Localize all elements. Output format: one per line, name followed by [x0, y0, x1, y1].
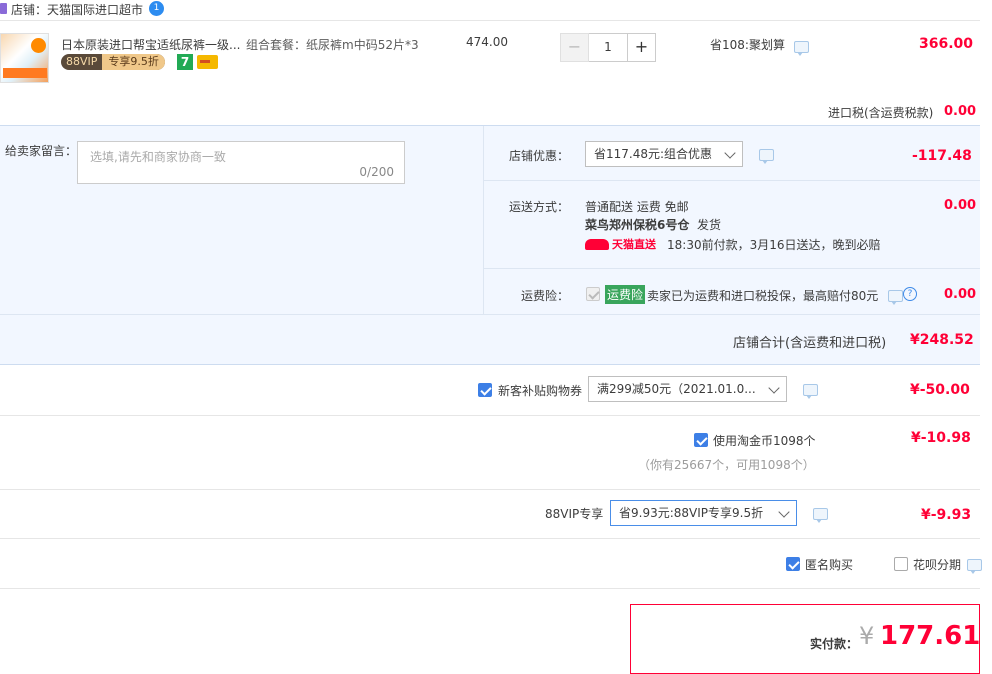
- message-textarea[interactable]: 选填,请先和商家协商一致 0/200: [77, 141, 405, 184]
- insurance-desc: 卖家已为运费和进口税投保，最高赔付80元: [647, 289, 879, 303]
- coupon-label: 新客补贴购物券: [498, 384, 583, 398]
- insurance-label: 运费险：: [521, 289, 570, 303]
- import-tax-label: 进口税(含运费税款): [828, 106, 934, 120]
- insurance-comment-icon[interactable]: [888, 290, 903, 305]
- insurance-checkbox[interactable]: [586, 287, 600, 301]
- divider: [0, 588, 980, 589]
- vip88-value: ¥-9.93: [921, 507, 972, 523]
- quantity-minus-button[interactable]: −: [560, 33, 589, 62]
- item-title[interactable]: 日本原装进口帮宝适纸尿裤一级...: [61, 36, 246, 53]
- shop-icon: [0, 3, 7, 14]
- panel-vertical-divider: [483, 126, 484, 314]
- coupon-select[interactable]: 满299减50元（2021.01.0...: [588, 376, 787, 402]
- shipping-warehouse: 菜鸟郑州保税6号仓 发货: [585, 218, 722, 232]
- item-subtotal: 366.00: [919, 36, 974, 52]
- divider: [0, 489, 980, 490]
- divider: [0, 314, 980, 315]
- taojinbi-checkbox[interactable]: [694, 433, 708, 447]
- chevron-down-icon: [768, 382, 780, 394]
- help-icon[interactable]: ?: [903, 287, 917, 301]
- divider: [0, 20, 980, 21]
- shop-discount-value: -117.48: [912, 148, 972, 164]
- seven-day-return-icon: 7: [177, 54, 193, 70]
- message-placeholder: 选填,请先和商家协商一致: [90, 150, 226, 164]
- huabei-comment-icon[interactable]: [967, 559, 982, 574]
- insurance-tag: 运费险: [605, 285, 646, 304]
- item-promo: 省108:聚划算: [710, 38, 785, 52]
- insurance-value: 0.00: [944, 287, 977, 302]
- coupon-value: ¥-50.00: [910, 382, 970, 398]
- taojinbi-label: 使用淘金币1098个: [713, 434, 816, 448]
- shipping-label: 运送方式：: [509, 200, 570, 214]
- vip-tag-discount: 专享9.5折: [102, 54, 165, 70]
- shop-discount-label: 店铺优惠：: [509, 149, 570, 163]
- tmall-cat-icon: [585, 238, 609, 250]
- quantity-input[interactable]: 1: [589, 33, 627, 62]
- shop-discount-comment-icon[interactable]: [759, 149, 774, 164]
- anonymous-label[interactable]: 匿名购买: [805, 556, 853, 573]
- vip88-label: 88VIP专享: [545, 507, 604, 521]
- coupon-checkbox[interactable]: [478, 383, 492, 397]
- divider: [0, 538, 980, 539]
- huabei-label[interactable]: 花呗分期: [913, 556, 961, 573]
- shipping-method: 普通配送 运费 免邮: [585, 200, 689, 214]
- promo-comment-icon[interactable]: [794, 41, 809, 56]
- item-unit-price: 474.00: [466, 35, 508, 49]
- shop-badge-icon: 1: [149, 1, 164, 16]
- divider: [483, 268, 980, 269]
- quantity-plus-button[interactable]: +: [627, 33, 656, 62]
- anonymous-checkbox[interactable]: [786, 557, 800, 571]
- chevron-down-icon: [724, 147, 736, 159]
- pay-value: 177.61: [880, 621, 981, 651]
- coupon-comment-icon[interactable]: [803, 384, 818, 399]
- message-counter: 0/200: [359, 165, 394, 179]
- divider: [0, 415, 980, 416]
- shipping-value: 0.00: [944, 198, 977, 213]
- message-label: 给卖家留言：: [5, 144, 78, 158]
- product-image-strip: [3, 68, 47, 78]
- taojinbi-value: ¥-10.98: [911, 430, 971, 446]
- chevron-down-icon: [778, 506, 790, 518]
- shipping-delivery: 18:30前付款，3月16日送达，晚到必赔: [667, 238, 881, 252]
- shop-name[interactable]: 店铺：天猫国际进口超市: [11, 1, 143, 18]
- import-tax-value: 0.00: [944, 104, 977, 119]
- divider: [483, 180, 980, 181]
- vip88-comment-icon[interactable]: [813, 508, 828, 523]
- vip88-select[interactable]: 省9.93元:88VIP专享9.5折: [610, 500, 797, 526]
- card-pay-icon-stripe: [200, 60, 210, 63]
- tmall-direct-tag: 天猫直送: [585, 236, 656, 252]
- shop-total-value: ¥248.52: [910, 332, 974, 348]
- shop-discount-select[interactable]: 省117.48元:组合优惠: [585, 141, 743, 167]
- product-image-badge: [31, 38, 46, 53]
- taojinbi-note: （你有25667个，可用1098个）: [638, 458, 815, 472]
- pay-currency: ¥: [859, 622, 875, 650]
- card-pay-icon: [197, 55, 218, 69]
- pay-label: 实付款：: [810, 637, 859, 651]
- vip-tag: 88VIP 专享9.5折: [61, 54, 165, 70]
- shop-total-label: 店铺合计(含运费和进口税): [733, 336, 887, 351]
- item-sku: 组合套餐：纸尿裤m中码52片*3: [246, 38, 419, 52]
- vip-tag-label: 88VIP: [66, 55, 98, 68]
- product-image[interactable]: [0, 33, 49, 83]
- huabei-checkbox[interactable]: [894, 557, 908, 571]
